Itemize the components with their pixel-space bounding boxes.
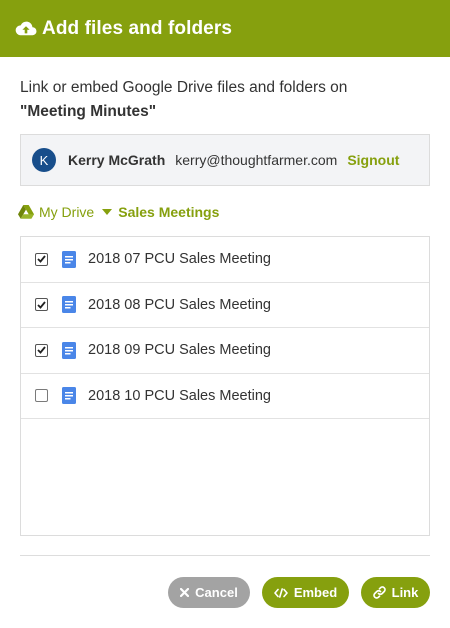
google-drive-icon (18, 205, 34, 219)
signout-link[interactable]: Signout (347, 152, 399, 168)
cloud-upload-icon (15, 18, 37, 40)
avatar: K (32, 148, 56, 172)
file-checkbox[interactable] (35, 343, 48, 357)
account-bar: K Kerry McGrath kerry@thoughtfarmer.com … (20, 134, 430, 186)
file-checkbox[interactable] (35, 252, 48, 266)
breadcrumb-my-drive[interactable]: My Drive (39, 204, 94, 220)
account-name: Kerry McGrath (68, 152, 166, 168)
target-page-name: "Meeting Minutes" (20, 103, 157, 120)
dialog-title: Add files and folders (42, 17, 233, 39)
cancel-label: Cancel (195, 585, 238, 600)
file-row[interactable]: 2018 09 PCU Sales Meeting (21, 328, 429, 374)
link-label: Link (391, 585, 419, 600)
cancel-button[interactable]: Cancel (168, 577, 250, 608)
file-name: 2018 09 PCU Sales Meeting (88, 342, 271, 359)
account-email: kerry@thoughtfarmer.com (175, 152, 338, 168)
embed-button[interactable]: Embed (262, 577, 349, 608)
file-name: 2018 08 PCU Sales Meeting (88, 296, 271, 313)
footer-divider (20, 555, 430, 556)
intro-text: Link or embed Google Drive files and fol… (20, 76, 430, 124)
link-icon (372, 586, 386, 599)
google-doc-icon (62, 341, 76, 359)
file-row[interactable]: 2018 07 PCU Sales Meeting (21, 237, 429, 283)
file-checkbox[interactable] (35, 298, 48, 312)
dialog-header: Add files and folders (0, 0, 450, 57)
file-row[interactable]: 2018 10 PCU Sales Meeting (21, 374, 429, 419)
breadcrumb-current-folder: Sales Meetings (118, 204, 220, 220)
breadcrumb: My Drive Sales Meetings (18, 203, 219, 221)
google-doc-icon (62, 250, 76, 268)
google-doc-icon (62, 296, 76, 314)
google-doc-icon (62, 387, 76, 405)
code-icon (274, 587, 288, 598)
embed-label: Embed (293, 585, 338, 600)
link-button[interactable]: Link (361, 577, 430, 608)
file-name: 2018 07 PCU Sales Meeting (88, 251, 271, 268)
caret-down-icon[interactable] (102, 209, 113, 215)
intro-message: Link or embed Google Drive files and fol… (20, 79, 348, 96)
file-list[interactable]: 2018 07 PCU Sales Meeting 2018 08 PCU Sa… (20, 236, 430, 536)
file-row[interactable]: 2018 08 PCU Sales Meeting (21, 283, 429, 328)
close-icon (180, 588, 190, 597)
file-checkbox[interactable] (35, 389, 48, 403)
file-name: 2018 10 PCU Sales Meeting (88, 387, 271, 404)
